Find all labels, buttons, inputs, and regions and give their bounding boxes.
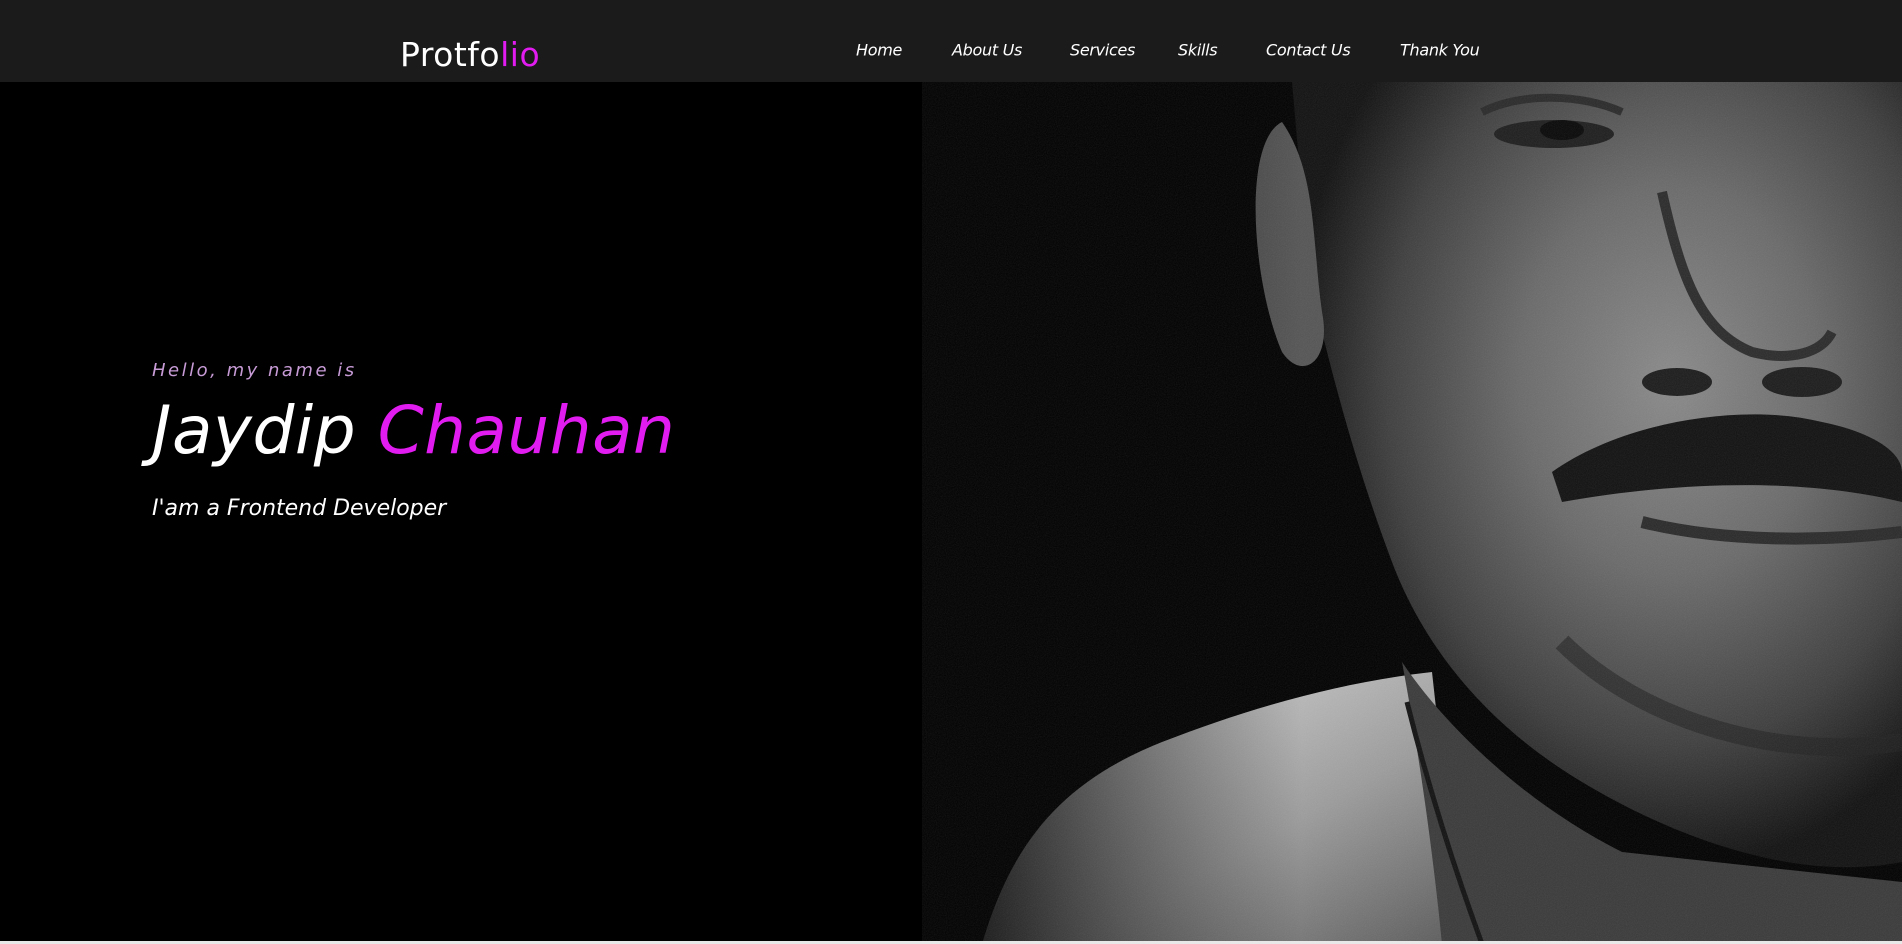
nav-link-skills[interactable]: Skills	[1178, 41, 1218, 60]
hero-name: Jaydip Chauhan	[152, 398, 675, 464]
role-text: I'am a Frontend Developer	[152, 496, 447, 521]
logo-main-text: Protfo	[400, 35, 501, 74]
hero-section: Hello, my name is Jaydip Chauhan I'am a …	[0, 82, 1902, 944]
logo[interactable]: Protfolio	[400, 38, 540, 71]
portrait-photo	[922, 82, 1902, 944]
greeting-text: Hello, my name is	[152, 360, 357, 381]
nav-link-thank-you[interactable]: Thank You	[1400, 41, 1480, 60]
nav-link-home[interactable]: Home	[856, 41, 902, 60]
nav-link-about-us[interactable]: About Us	[952, 41, 1022, 60]
nav-link-contact-us[interactable]: Contact Us	[1266, 41, 1351, 60]
nav-link-services[interactable]: Services	[1070, 41, 1135, 60]
navbar: Protfolio Home About Us Services Skills …	[0, 0, 1902, 82]
logo-accent-text: lio	[500, 35, 541, 74]
first-name: Jaydip	[152, 392, 357, 469]
last-name: Chauhan	[377, 392, 676, 469]
